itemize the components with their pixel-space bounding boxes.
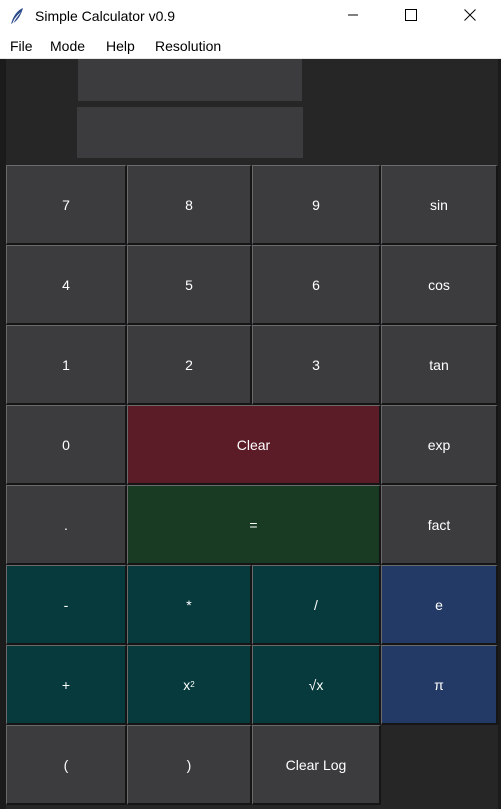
button-plus[interactable]: + (6, 645, 127, 725)
menu-mode[interactable]: Mode (50, 38, 85, 54)
button-right-paren[interactable]: ) (127, 725, 252, 805)
calculator-window: Simple Calculator v0.9 File Mode Help Re… (0, 0, 501, 809)
clear-log-button[interactable]: Clear Log (252, 725, 381, 805)
minimize-button[interactable] (330, 0, 376, 30)
feather-icon (11, 8, 23, 24)
square-base-label: x (183, 676, 191, 693)
button-6[interactable]: 6 (252, 245, 381, 325)
button-8[interactable]: 8 (127, 165, 252, 245)
empty-grid-cell (381, 725, 498, 805)
maximize-button[interactable] (388, 0, 434, 30)
button-0[interactable]: 0 (6, 405, 127, 485)
display-area (6, 59, 498, 164)
button-e[interactable]: e (381, 565, 498, 645)
close-icon (464, 9, 476, 21)
result-display (77, 107, 303, 158)
title-bar: Simple Calculator v0.9 (0, 0, 501, 34)
menu-bar: File Mode Help Resolution (0, 34, 501, 59)
button-sqrt[interactable]: √x (252, 645, 381, 725)
button-9[interactable]: 9 (252, 165, 381, 245)
expression-display (78, 59, 302, 101)
button-cos[interactable]: cos (381, 245, 498, 325)
menu-file[interactable]: File (10, 38, 33, 54)
button-divide[interactable]: / (252, 565, 381, 645)
button-multiply[interactable]: * (127, 565, 252, 645)
clear-button[interactable]: Clear (127, 405, 381, 485)
window-title: Simple Calculator v0.9 (35, 8, 176, 24)
button-3[interactable]: 3 (252, 325, 381, 405)
square-exponent-label: 2 (190, 680, 195, 689)
close-button[interactable] (447, 0, 493, 30)
button-2[interactable]: 2 (127, 325, 252, 405)
button-sin[interactable]: sin (381, 165, 498, 245)
button-minus[interactable]: - (6, 565, 127, 645)
button-exp[interactable]: exp (381, 405, 498, 485)
maximize-icon (405, 9, 417, 21)
button-7[interactable]: 7 (6, 165, 127, 245)
button-pi[interactable]: π (381, 645, 498, 725)
button-5[interactable]: 5 (127, 245, 252, 325)
button-square[interactable]: x2 (127, 645, 252, 725)
menu-resolution[interactable]: Resolution (155, 38, 221, 54)
button-4[interactable]: 4 (6, 245, 127, 325)
minimize-icon (348, 14, 358, 16)
button-tan[interactable]: tan (381, 325, 498, 405)
button-fact[interactable]: fact (381, 485, 498, 565)
button-decimal[interactable]: . (6, 485, 127, 565)
menu-help[interactable]: Help (106, 38, 135, 54)
equals-button[interactable]: = (127, 485, 381, 565)
button-1[interactable]: 1 (6, 325, 127, 405)
button-left-paren[interactable]: ( (6, 725, 127, 805)
